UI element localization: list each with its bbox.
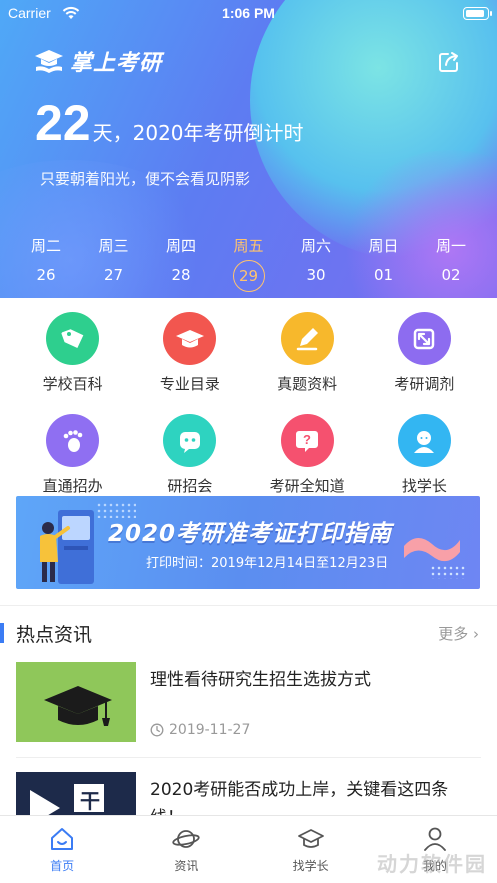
more-label: 更多 xyxy=(438,625,469,643)
clock-icon xyxy=(150,723,164,737)
tab-home[interactable]: 首页 xyxy=(0,816,124,883)
calendar-day[interactable]: 周日 01 xyxy=(358,235,410,292)
home-icon xyxy=(48,825,76,853)
weekday-label: 周日 xyxy=(368,237,399,255)
app-logo: 掌上考研 xyxy=(34,46,162,76)
planet-icon xyxy=(172,825,201,853)
banner-title: 2020考研准考证打印指南 xyxy=(108,521,393,547)
date-number: 28 xyxy=(171,266,191,284)
calendar-day[interactable]: 周三 27 xyxy=(88,235,140,292)
quick-links-grid: 学校百科 专业目录 真题资料 考研调剂 直通招办 研招会? 考研全知道 找学长 xyxy=(14,312,483,496)
weekday-label: 周五 xyxy=(233,237,264,255)
chevron-right-icon: › xyxy=(468,625,479,643)
news-item[interactable]: 理性看待研究生招生选拔方式 2019-11-27 xyxy=(16,662,481,742)
quick-link-label: 考研全知道 xyxy=(269,477,345,495)
hot-news-header: 热点资讯 更多 › xyxy=(0,618,497,648)
app-name: 掌上考研 xyxy=(70,51,163,76)
tag-icon xyxy=(46,312,100,365)
swap-icon xyxy=(397,312,451,365)
quick-link[interactable]: 学校百科 xyxy=(14,312,131,394)
quick-link-label: 学校百科 xyxy=(42,375,103,393)
news-date: 2019-11-27 xyxy=(169,722,251,738)
share-icon[interactable] xyxy=(437,50,461,74)
battery-level xyxy=(465,9,484,17)
news-thumbnail: 干 xyxy=(16,772,136,816)
weekday-label: 周一 xyxy=(435,237,466,255)
calendar-day[interactable]: 周六 30 xyxy=(290,235,342,292)
thumbnail-character: 干 xyxy=(80,789,100,813)
pencil-icon xyxy=(280,312,334,365)
quick-link-label: 真题资料 xyxy=(277,375,338,393)
tab-planet[interactable]: 资讯 xyxy=(124,816,248,883)
date-number: 02 xyxy=(441,266,461,284)
date-number: 01 xyxy=(373,266,394,284)
question-icon: ? xyxy=(280,414,334,467)
quick-link[interactable]: 直通招办 xyxy=(14,414,131,496)
section-accent-bar xyxy=(0,623,4,643)
watermark: 动力软件园 xyxy=(377,852,487,876)
tab-label: 首页 xyxy=(50,859,75,873)
news-separator xyxy=(16,757,481,758)
date-number: 29 xyxy=(232,260,265,292)
quick-link-label: 找学长 xyxy=(401,477,447,495)
quick-link[interactable]: 考研调剂 xyxy=(366,312,483,394)
week-calendar: 周二 26 周三 27 周四 28 周五 29 周六 30 周日 01 周一 02 xyxy=(20,235,477,292)
footprint-icon xyxy=(46,414,100,467)
calendar-day[interactable]: 周二 26 xyxy=(20,235,72,292)
news-item[interactable]: 干 2020考研能否成功上岸，关键看这四条线！ xyxy=(16,772,481,816)
calendar-day[interactable]: 周五 29 xyxy=(223,235,275,292)
exam-ticket-banner[interactable]: 2020考研准考证打印指南 打印时间：2019年12月14日至12月23日 xyxy=(16,496,480,589)
slogan: 只要朝着阳光，便不会看见阴影 xyxy=(40,170,251,188)
decor-dots xyxy=(430,565,466,579)
quick-link[interactable]: 找学长 xyxy=(366,414,483,496)
graduation-cap-icon xyxy=(44,686,112,726)
news-thumbnail xyxy=(16,662,136,742)
date-number: 27 xyxy=(103,266,124,284)
chat-icon xyxy=(163,414,217,467)
status-bar: Carrier 1:06 PM xyxy=(0,0,497,28)
svg-text:?: ? xyxy=(303,432,311,447)
weekday-label: 周二 xyxy=(30,237,61,255)
calendar-day[interactable]: 周一 02 xyxy=(425,235,477,292)
calendar-day[interactable]: 周四 28 xyxy=(155,235,207,292)
tab-label: 找学长 xyxy=(292,859,329,873)
book-cap-icon xyxy=(35,50,63,73)
battery-icon xyxy=(463,7,492,20)
quick-link-label: 专业目录 xyxy=(159,375,220,393)
person-at-kiosk-illustration xyxy=(40,510,94,584)
section-title: 热点资讯 xyxy=(16,624,93,646)
quick-link[interactable]: ? 考研全知道 xyxy=(249,414,366,496)
news-title: 2020考研能否成功上岸，关键看这四条线！ xyxy=(150,780,449,816)
quick-link-label: 直通招办 xyxy=(42,477,103,495)
quick-link-label: 研招会 xyxy=(167,477,213,495)
countdown-label: 天，2020年考研倒计时 xyxy=(92,121,304,145)
countdown-days: 22 xyxy=(35,95,91,151)
quick-link[interactable]: 专业目录 xyxy=(131,312,248,394)
quick-link-label: 考研调剂 xyxy=(394,375,455,393)
tab-cap[interactable]: 找学长 xyxy=(249,816,373,883)
header-hero: Carrier 1:06 PM 掌上考研 22 天，2020年考研倒计时 只要朝… xyxy=(0,0,497,298)
date-number: 26 xyxy=(36,266,56,284)
quick-link[interactable]: 研招会 xyxy=(131,414,248,496)
cap-icon xyxy=(297,825,325,853)
news-date-row: 2019-11-27 xyxy=(150,722,250,738)
ribbon-decoration xyxy=(404,537,460,562)
date-number: 30 xyxy=(306,266,326,284)
more-link[interactable]: 更多 › xyxy=(438,623,479,644)
clock: 1:06 PM xyxy=(222,5,275,21)
news-title: 理性看待研究生招生选拔方式 xyxy=(150,670,371,690)
weekday-label: 周四 xyxy=(165,237,196,255)
quick-link[interactable]: 真题资料 xyxy=(249,312,366,394)
tab-label: 资讯 xyxy=(174,859,199,873)
banner-subtitle: 打印时间：2019年12月14日至12月23日 xyxy=(146,556,389,571)
weekday-label: 周三 xyxy=(98,237,129,255)
weekday-label: 周六 xyxy=(300,237,331,255)
countdown: 22 天，2020年考研倒计时 xyxy=(35,96,304,150)
section-divider xyxy=(0,605,497,606)
graduation-cap-icon xyxy=(163,312,217,365)
user-icon xyxy=(397,414,451,467)
play-icon xyxy=(30,784,104,816)
